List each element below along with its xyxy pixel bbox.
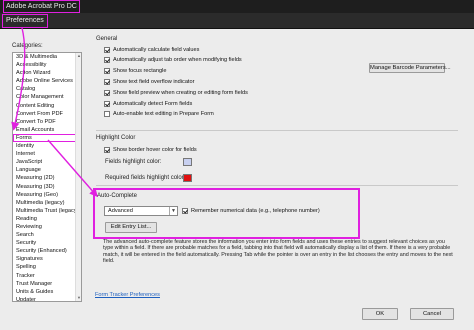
category-item[interactable]: Internet bbox=[13, 150, 81, 158]
category-item[interactable]: Updater bbox=[13, 296, 81, 301]
app-title: Adobe Acrobat Pro DC bbox=[3, 0, 80, 13]
category-item[interactable]: Search bbox=[13, 231, 81, 239]
highlight-separator bbox=[96, 185, 458, 186]
autocomplete-title: Auto-Complete bbox=[97, 193, 138, 199]
category-item[interactable]: Adobe Online Services bbox=[13, 77, 81, 85]
general-option-row[interactable]: Automatically adjust tab order when modi… bbox=[104, 56, 242, 65]
general-option-row[interactable]: Show field preview when creating or edit… bbox=[104, 88, 248, 97]
category-item[interactable]: Spelling bbox=[13, 263, 81, 271]
general-option-label: Show text field overflow indicator bbox=[113, 78, 195, 85]
edit-entry-list-button[interactable]: Edit Entry List... bbox=[105, 222, 157, 233]
category-item[interactable]: Multimedia (legacy) bbox=[13, 199, 81, 207]
categories-list[interactable]: 3D & Multimedia Accessibility Action Wizar… bbox=[12, 52, 82, 302]
category-item[interactable]: 3D & Multimedia bbox=[13, 53, 81, 61]
category-item[interactable]: Units & Guides bbox=[13, 288, 81, 296]
fields-highlight-label: Fields highlight color: bbox=[105, 159, 162, 165]
category-item[interactable]: Measuring (2D) bbox=[13, 174, 81, 182]
category-item[interactable]: Convert To PDF bbox=[13, 118, 81, 126]
remember-numerical-checkbox[interactable] bbox=[182, 207, 188, 214]
category-item[interactable]: Tracker bbox=[13, 272, 81, 280]
category-item[interactable]: Catalog bbox=[13, 85, 81, 93]
autocomplete-select-value: Advanced bbox=[108, 208, 133, 214]
general-option-label: Automatically detect Form fields bbox=[113, 100, 193, 107]
required-highlight-swatch[interactable] bbox=[183, 174, 192, 182]
category-item[interactable]: Measuring (Geo) bbox=[13, 191, 81, 199]
category-item[interactable]: Trust Manager bbox=[13, 280, 81, 288]
category-item[interactable]: Reviewing bbox=[13, 223, 81, 231]
manage-barcode-button[interactable]: Manage Barcode Parameters... bbox=[369, 63, 451, 73]
highlight-title: Highlight Color bbox=[96, 135, 136, 141]
category-item[interactable]: Security bbox=[13, 239, 81, 247]
category-item[interactable]: Identity bbox=[13, 142, 81, 150]
chevron-down-icon[interactable]: ▼ bbox=[169, 207, 177, 215]
general-option-row[interactable]: Automatically calculate field values bbox=[104, 45, 199, 54]
ok-button[interactable]: OK bbox=[362, 308, 398, 320]
category-item[interactable]: Color Management bbox=[13, 93, 81, 101]
scroll-down-icon[interactable]: ▼ bbox=[76, 295, 81, 301]
general-option-row[interactable]: Auto-enable text editing in Prepare Form bbox=[104, 110, 214, 119]
category-item[interactable]: JavaScript bbox=[13, 158, 81, 166]
category-item[interactable]: Forms bbox=[13, 133, 81, 143]
general-title: General bbox=[96, 36, 118, 42]
remember-numerical-label: Remember numerical data (e.g., telephone… bbox=[191, 207, 320, 214]
general-option-checkbox[interactable] bbox=[104, 57, 110, 64]
general-option-checkbox[interactable] bbox=[104, 46, 110, 53]
general-option-checkbox[interactable] bbox=[104, 78, 110, 85]
category-item[interactable]: Action Wizard bbox=[13, 69, 81, 77]
category-item[interactable]: Content Editing bbox=[13, 102, 81, 110]
general-option-row[interactable]: Automatically detect Form fields bbox=[104, 99, 192, 108]
category-item[interactable]: Signatures bbox=[13, 255, 81, 263]
category-item[interactable]: Convert From PDF bbox=[13, 110, 81, 118]
general-option-label: Show focus rectangle bbox=[113, 68, 167, 75]
general-option-checkbox[interactable] bbox=[104, 100, 110, 107]
general-separator bbox=[96, 130, 458, 131]
category-item[interactable]: Measuring (3D) bbox=[13, 183, 81, 191]
cancel-button[interactable]: Cancel bbox=[410, 308, 454, 320]
fields-highlight-swatch[interactable] bbox=[183, 158, 192, 166]
general-option-row[interactable]: Show focus rectangle bbox=[104, 67, 166, 76]
general-option-label: Auto-enable text editing in Prepare Form bbox=[113, 111, 214, 118]
general-option-checkbox[interactable] bbox=[104, 68, 110, 75]
autocomplete-description: The advanced auto-complete feature store… bbox=[103, 239, 453, 265]
dialog-titlebar bbox=[0, 13, 474, 29]
general-option-checkbox[interactable] bbox=[104, 89, 110, 96]
required-highlight-label: Required fields highlight color: bbox=[105, 175, 186, 181]
category-item[interactable]: Multimedia Trust (legacy) bbox=[13, 207, 81, 215]
general-option-checkbox[interactable] bbox=[104, 111, 110, 118]
form-tracker-link[interactable]: Form Tracker Preferences bbox=[95, 292, 160, 298]
category-item[interactable]: Language bbox=[13, 166, 81, 174]
category-item[interactable]: Reading bbox=[13, 215, 81, 223]
categories-label: Categories: bbox=[12, 43, 43, 49]
hover-color-label: Show border hover color for fields bbox=[113, 146, 197, 153]
general-option-label: Automatically adjust tab order when modi… bbox=[113, 57, 242, 64]
dialog-title: Preferences bbox=[2, 14, 48, 28]
general-option-label: Show field preview when creating or edit… bbox=[113, 89, 248, 96]
general-option-label: Automatically calculate field values bbox=[113, 46, 200, 53]
categories-scrollbar[interactable]: ▲ ▼ bbox=[75, 53, 81, 301]
categories-items: 3D & Multimedia Accessibility Action Wizar… bbox=[13, 53, 81, 301]
category-item[interactable]: Email Accounts bbox=[13, 126, 81, 134]
category-item[interactable]: Security (Enhanced) bbox=[13, 247, 81, 255]
scroll-up-icon[interactable]: ▲ bbox=[76, 53, 81, 59]
remember-numerical-row[interactable]: Remember numerical data (e.g., telephone… bbox=[182, 206, 320, 215]
category-item[interactable]: Accessibility bbox=[13, 61, 81, 69]
autocomplete-select[interactable]: Advanced ▼ bbox=[104, 206, 178, 216]
hover-color-row[interactable]: Show border hover color for fields bbox=[104, 145, 197, 154]
general-option-row[interactable]: Show text field overflow indicator bbox=[104, 77, 194, 86]
hover-color-checkbox[interactable] bbox=[104, 146, 110, 153]
